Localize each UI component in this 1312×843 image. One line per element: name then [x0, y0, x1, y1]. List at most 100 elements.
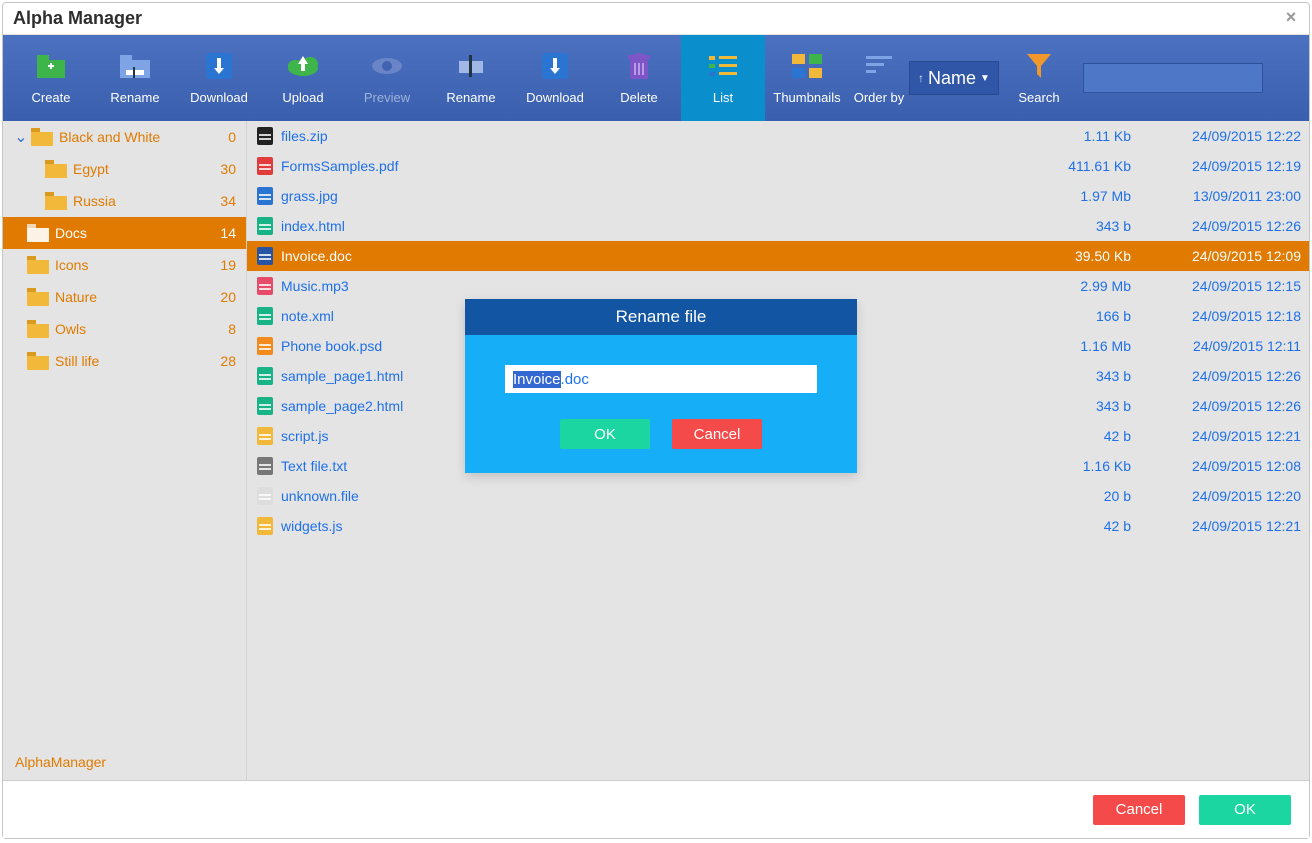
search-button[interactable]: Search: [1009, 35, 1069, 121]
tree-label: Icons: [55, 257, 88, 273]
list-view-button[interactable]: List: [681, 35, 765, 121]
tree-item-docs[interactable]: Docs 14: [3, 217, 246, 249]
download2-label: Download: [526, 90, 584, 105]
tree-item-still-life[interactable]: Still life 28: [3, 345, 246, 377]
rename2-button[interactable]: Rename: [429, 35, 513, 121]
file-size: 343 b: [1011, 398, 1131, 414]
file-size: 2.99 Mb: [1011, 278, 1131, 294]
file-date: 24/09/2015 12:22: [1131, 128, 1301, 144]
file-size: 343 b: [1011, 368, 1131, 384]
file-size: 343 b: [1011, 218, 1131, 234]
download2-icon: [542, 52, 568, 80]
close-icon[interactable]: ×: [1281, 7, 1301, 27]
orderby-button[interactable]: Order by: [849, 35, 909, 121]
trash-icon: [628, 52, 650, 80]
tree-item-russia[interactable]: Russia 34: [3, 185, 246, 217]
file-size: 42 b: [1011, 428, 1131, 444]
file-row[interactable]: Music.mp3 2.99 Mb 24/09/2015 12:15: [247, 271, 1309, 301]
file-icon: [255, 426, 275, 446]
file-size: 39.50 Kb: [1011, 248, 1131, 264]
file-size: 411.61 Kb: [1011, 158, 1131, 174]
file-icon: [255, 396, 275, 416]
file-icon: [255, 246, 275, 266]
thumbnails-label: Thumbnails: [773, 90, 840, 105]
tree-label: Egypt: [73, 161, 109, 177]
search-input[interactable]: [1083, 63, 1263, 93]
rename2-icon: [457, 52, 485, 80]
file-row[interactable]: unknown.file 20 b 24/09/2015 12:20: [247, 481, 1309, 511]
preview-button[interactable]: Preview: [345, 35, 429, 121]
file-date: 24/09/2015 12:21: [1131, 518, 1301, 534]
file-icon: [255, 276, 275, 296]
app-window: Alpha Manager × Create Rename Download: [2, 2, 1310, 839]
tree-item-egypt[interactable]: Egypt 30: [3, 153, 246, 185]
file-row[interactable]: widgets.js 42 b 24/09/2015 12:21: [247, 511, 1309, 541]
footer: Cancel OK: [3, 780, 1309, 838]
file-name: widgets.js: [281, 518, 1011, 534]
footer-cancel-button[interactable]: Cancel: [1093, 795, 1185, 825]
file-name: index.html: [281, 218, 1011, 234]
tree-count: 19: [220, 257, 236, 273]
file-name: unknown.file: [281, 488, 1011, 504]
file-date: 24/09/2015 12:20: [1131, 488, 1301, 504]
toolbar: Create Rename Download Upload Preview: [3, 35, 1309, 121]
tree-count: 14: [220, 225, 236, 241]
file-size: 166 b: [1011, 308, 1131, 324]
create-icon: [37, 52, 65, 80]
dialog-cancel-button[interactable]: Cancel: [672, 419, 762, 449]
file-row[interactable]: files.zip 1.11 Kb 24/09/2015 12:22: [247, 121, 1309, 151]
file-date: 24/09/2015 12:08: [1131, 458, 1301, 474]
chevron-down-icon: ▼: [980, 73, 990, 84]
window-title: Alpha Manager: [13, 8, 142, 29]
file-date: 24/09/2015 12:19: [1131, 158, 1301, 174]
list-label: List: [713, 90, 733, 105]
dialog-ok-button[interactable]: OK: [560, 419, 650, 449]
file-date: 13/09/2011 23:00: [1131, 188, 1301, 204]
rename-input[interactable]: [505, 365, 817, 393]
delete-button[interactable]: Delete: [597, 35, 681, 121]
file-icon: [255, 456, 275, 476]
file-name: FormsSamples.pdf: [281, 158, 1011, 174]
file-row[interactable]: grass.jpg 1.97 Mb 13/09/2011 23:00: [247, 181, 1309, 211]
file-icon: [255, 336, 275, 356]
file-row[interactable]: FormsSamples.pdf 411.61 Kb 24/09/2015 12…: [247, 151, 1309, 181]
brand-label: AlphaManager: [15, 754, 106, 770]
thumbnails-button[interactable]: Thumbnails: [765, 35, 849, 121]
search-label: Search: [1018, 90, 1059, 105]
file-size: 42 b: [1011, 518, 1131, 534]
orderby-dropdown[interactable]: ↑ Name ▼: [909, 61, 999, 95]
file-name: Music.mp3: [281, 278, 1011, 294]
footer-ok-button[interactable]: OK: [1199, 795, 1291, 825]
file-row[interactable]: index.html 343 b 24/09/2015 12:26: [247, 211, 1309, 241]
titlebar: Alpha Manager ×: [3, 3, 1309, 35]
upload-icon: [286, 52, 320, 80]
thumbnails-icon: [792, 52, 822, 80]
upload-label: Upload: [282, 90, 323, 105]
file-date: 24/09/2015 12:18: [1131, 308, 1301, 324]
download-label: Download: [190, 90, 248, 105]
rename-dialog: Rename file OK Cancel: [465, 299, 857, 473]
rename-icon: [120, 52, 150, 80]
download2-button[interactable]: Download: [513, 35, 597, 121]
create-button[interactable]: Create: [9, 35, 93, 121]
file-name: grass.jpg: [281, 188, 1011, 204]
file-icon: [255, 216, 275, 236]
file-row[interactable]: Invoice.doc 39.50 Kb 24/09/2015 12:09: [247, 241, 1309, 271]
sort-asc-icon: ↑: [918, 71, 924, 85]
tree-item-black-and-white[interactable]: ⌄ Black and White 0: [3, 121, 246, 153]
list-icon: [709, 52, 737, 80]
file-icon: [255, 486, 275, 506]
body: ⌄ Black and White 0 Egypt 30 Russia 34 D…: [3, 121, 1309, 780]
file-date: 24/09/2015 12:11: [1131, 338, 1301, 354]
rename-button[interactable]: Rename: [93, 35, 177, 121]
file-size: 1.16 Mb: [1011, 338, 1131, 354]
tree-item-owls[interactable]: Owls 8: [3, 313, 246, 345]
sort-icon: [866, 52, 892, 80]
upload-button[interactable]: Upload: [261, 35, 345, 121]
tree-label: Docs: [55, 225, 87, 241]
download-button[interactable]: Download: [177, 35, 261, 121]
tree-item-icons[interactable]: Icons 19: [3, 249, 246, 281]
delete-label: Delete: [620, 90, 658, 105]
tree-item-nature[interactable]: Nature 20: [3, 281, 246, 313]
tree-label: Owls: [55, 321, 86, 337]
